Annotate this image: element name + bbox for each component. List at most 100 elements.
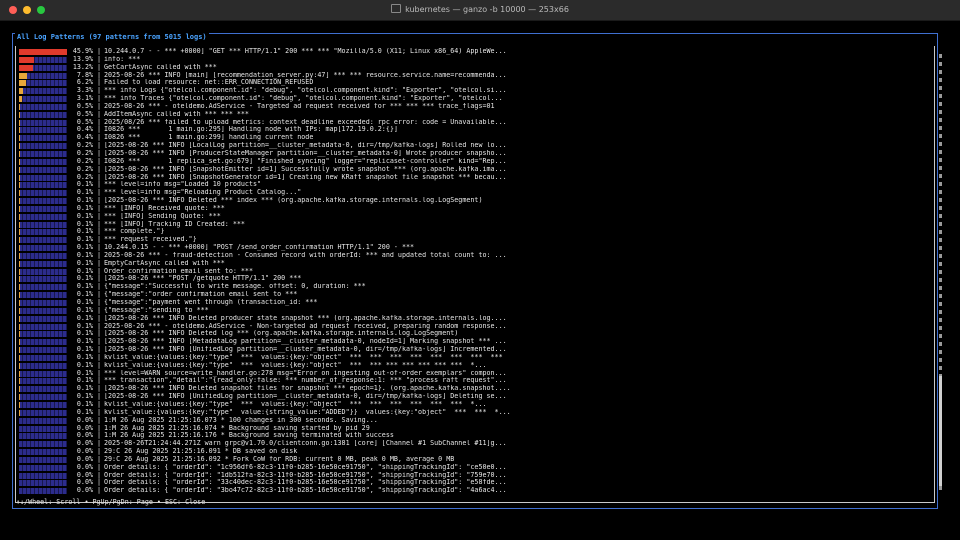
pattern-row[interactable]: 0.1% | 2025-08-26 *** - oteldemo.AdService… [19, 323, 924, 331]
pattern-row[interactable]: 0.2% | [2025-08-26 *** INFO [SnapshotEmitt… [19, 166, 924, 174]
column-separator: | [97, 110, 102, 118]
pattern-share-bar [19, 49, 67, 55]
pattern-row[interactable]: 0.1% | *** request received."} [19, 236, 924, 244]
pattern-row[interactable]: 0.1% | kvlist_value:{values:{key:"type" **… [19, 354, 924, 362]
pattern-row[interactable]: 0.1% | [2025-08-26 *** INFO Deleted log **… [19, 330, 924, 338]
pattern-percent: 0.1% [76, 361, 93, 369]
pattern-row[interactable]: 0.0% | 29:C 26 Aug 2025 21:25:16.092 * For… [19, 456, 924, 464]
pattern-row[interactable]: 0.5% | 2025-08-26 *** - oteldemo.AdService… [19, 103, 924, 111]
pattern-row[interactable]: 0.0% | Order details: { "orderId": "1c956d… [19, 464, 924, 472]
pattern-message: [2025-08-26 *** INFO [ProducerStateManag… [104, 149, 507, 157]
pattern-row[interactable]: 0.1% | 10.244.0.15 - - *** +0000] "POST /s… [19, 244, 924, 252]
pattern-row[interactable]: 0.1% | {"message":"order confirmation emai… [19, 291, 924, 299]
pattern-share-bar [19, 252, 67, 259]
pattern-message: [2025-08-26 *** INFO Deleted log *** (or… [104, 330, 459, 338]
pattern-row[interactable]: 13.2% | GetCartAsync called with *** [19, 64, 924, 72]
pattern-row[interactable]: 0.1% | *** level=info msg="Reloading Produ… [19, 189, 924, 197]
pattern-message: *** request received."} [104, 236, 197, 244]
pattern-row[interactable]: 0.1% | [2025-08-26 *** INFO [UnifiedLog pa… [19, 346, 924, 354]
pattern-message: Order details: { "orderId": "1db512fa-82… [104, 471, 507, 479]
pattern-row[interactable]: 0.0% | Order details: { "orderId": "3bo47c… [19, 487, 924, 495]
pattern-share-bar [19, 150, 67, 157]
column-separator: | [97, 251, 102, 259]
pattern-row[interactable]: 6.2% | Failed to load resource: net::ERR_C… [19, 79, 924, 87]
pattern-row[interactable]: 0.4% | I0826 *** 1 main.go:295] Handling n… [19, 126, 924, 134]
pattern-row[interactable]: 3.3% | *** info Logs {"otelcol.component.i… [19, 87, 924, 95]
column-separator: | [97, 118, 102, 126]
pattern-row[interactable]: 0.1% | *** [INFO] Tracking ID Created: *** [19, 221, 924, 229]
pattern-row[interactable]: 0.0% | Order details: { "orderId": "33c40d… [19, 479, 924, 487]
pattern-row[interactable]: 0.2% | [2025-08-26 *** INFO [LocalLog part… [19, 142, 924, 150]
pattern-message: GetCartAsync called with *** [104, 63, 217, 71]
pattern-share-bar [19, 370, 67, 377]
pattern-message: 29:C 26 Aug 2025 21:25:16.092 * Fork CoW… [104, 455, 455, 463]
pattern-row[interactable]: 0.1% | *** level=WARN source=write_handler… [19, 370, 924, 378]
pattern-share-bar [19, 300, 67, 306]
pattern-message: *** transaction","detail":"{read_only:fa… [104, 377, 507, 385]
pattern-row[interactable]: 0.1% | 2025-08-26 *** - fraud-detection - … [19, 252, 924, 260]
pattern-percent: 0.4% [76, 126, 93, 134]
pattern-percent: 0.0% [76, 448, 93, 456]
pattern-row[interactable]: 0.5% | AddItemAsync called with *** *** **… [19, 111, 924, 119]
pattern-row[interactable]: 0.1% | {"message":"sending to *** [19, 307, 924, 315]
pattern-row[interactable]: 0.0% | 1:M 26 Aug 2025 21:25:16.073 * 100 … [19, 417, 924, 425]
pattern-share-bar [19, 198, 67, 205]
pattern-row[interactable]: 3.1% | *** info Traces {"otelcol.component… [19, 95, 924, 103]
pattern-row[interactable]: 0.1% | [2025-08-26 *** INFO Deleted produc… [19, 315, 924, 323]
pattern-row[interactable]: 0.0% | Order details: { "orderId": "1db512… [19, 472, 924, 480]
pattern-row[interactable]: 0.0% | 2025-08-26T21:24:44.271Z warn grpc@… [19, 440, 924, 448]
patterns-list[interactable]: 45.9% | 10.244.0.7 - - *** +0000] "GET ***… [19, 48, 924, 495]
pattern-row[interactable]: 0.1% | {"message":"payment went through (t… [19, 299, 924, 307]
pattern-share-bar [19, 307, 67, 314]
pattern-message: 1:M 26 Aug 2025 21:25:16.074 * Backgroun… [104, 424, 370, 432]
pattern-percent: 0.0% [76, 455, 93, 463]
pattern-share-bar [19, 292, 67, 299]
pattern-row[interactable]: 0.2% | I0826 *** 1 replica_set.go:679] "Fi… [19, 158, 924, 166]
pattern-share-bar [19, 64, 67, 71]
pattern-percent: 0.1% [76, 330, 93, 338]
pattern-percent: 0.1% [76, 377, 93, 385]
pattern-row[interactable]: 0.1% | [2025-08-26 *** INFO Deleted *** in… [19, 197, 924, 205]
pattern-row[interactable]: 0.1% | {"message":"Successful to write mes… [19, 283, 924, 291]
pattern-row[interactable]: 0.1% | kvlist_value:{values:{key:"type" **… [19, 362, 924, 370]
pattern-percent: 0.1% [76, 353, 93, 361]
pattern-row[interactable]: 0.1% | *** [INFO] Sending Quote: *** [19, 213, 924, 221]
pattern-percent: 0.2% [76, 149, 93, 157]
pattern-row[interactable]: 0.1% | *** complete."} [19, 228, 924, 236]
column-separator: | [97, 165, 102, 173]
pattern-row[interactable]: 0.1% | *** level=info msg="Loaded 10 produ… [19, 181, 924, 189]
pattern-share-bar [19, 331, 67, 338]
terminal[interactable]: All Log Patterns (97 patterns from 5015 … [0, 21, 960, 540]
pattern-row[interactable]: 13.9% | info: *** [19, 56, 924, 64]
pattern-row[interactable]: 0.1% | Order confirmation email sent to: *… [19, 268, 924, 276]
pattern-row[interactable]: 0.0% | 1:M 26 Aug 2025 21:25:16.074 * Back… [19, 425, 924, 433]
pattern-row[interactable]: 0.4% | I0826 *** 1 main.go:299] handling c… [19, 134, 924, 142]
pattern-row[interactable]: 0.0% | 29:C 26 Aug 2025 21:25:16.091 * DB … [19, 448, 924, 456]
pattern-row[interactable]: 0.1% | [2025-08-26 *** "POST /getquote HTT… [19, 275, 924, 283]
pattern-percent: 0.0% [76, 440, 93, 448]
pattern-row[interactable]: 0.1% | *** [INFO] Received quote: *** [19, 205, 924, 213]
pattern-row[interactable]: 0.1% | *** transaction","detail":"{read_on… [19, 377, 924, 385]
pattern-share-bar [19, 472, 67, 479]
pattern-share-bar [19, 347, 67, 354]
pattern-row[interactable]: 0.1% | kvlist_value:{values:{key:"type" va… [19, 409, 924, 417]
column-separator: | [97, 55, 102, 63]
pattern-row[interactable]: 0.0% | 1:M 26 Aug 2025 21:25:16.176 * Back… [19, 432, 924, 440]
pattern-row[interactable]: 45.9% | 10.244.0.7 - - *** +0000] "GET ***… [19, 48, 924, 56]
pattern-share-bar [19, 425, 67, 432]
scrollbar-thumb[interactable] [939, 376, 942, 486]
column-separator: | [97, 134, 102, 142]
pattern-share-bar [19, 354, 67, 361]
pattern-row[interactable]: 0.5% | 2025/08/26 *** failed to upload met… [19, 119, 924, 127]
pattern-row[interactable]: 0.2% | [2025-08-26 *** INFO [ProducerState… [19, 150, 924, 158]
pattern-row[interactable]: 7.8% | 2025-08-26 *** INFO [main] [recomme… [19, 72, 924, 80]
pattern-message: 2025-08-26T21:24:44.271Z warn grpc@v1.70… [104, 440, 507, 448]
pattern-share-bar [19, 417, 67, 424]
pattern-row[interactable]: 0.1% | [2025-08-26 *** INFO [UnifiedLog pa… [19, 393, 924, 401]
pattern-row[interactable]: 0.2% | [2025-08-26 *** INFO [SnapshotGener… [19, 174, 924, 182]
patterns-list-box[interactable]: 45.9% | 10.244.0.7 - - *** +0000] "GET ***… [15, 46, 942, 503]
pattern-row[interactable]: 0.1% | kvlist_value:{values:{key:"type" **… [19, 401, 924, 409]
pattern-row[interactable]: 0.1% | [2025-08-26 *** INFO [MetadataLog p… [19, 338, 924, 346]
pattern-row[interactable]: 0.1% | [2025-08-26 *** INFO Deleted snapsh… [19, 385, 924, 393]
pattern-row[interactable]: 0.1% | EmptyCartAsync called with *** [19, 260, 924, 268]
